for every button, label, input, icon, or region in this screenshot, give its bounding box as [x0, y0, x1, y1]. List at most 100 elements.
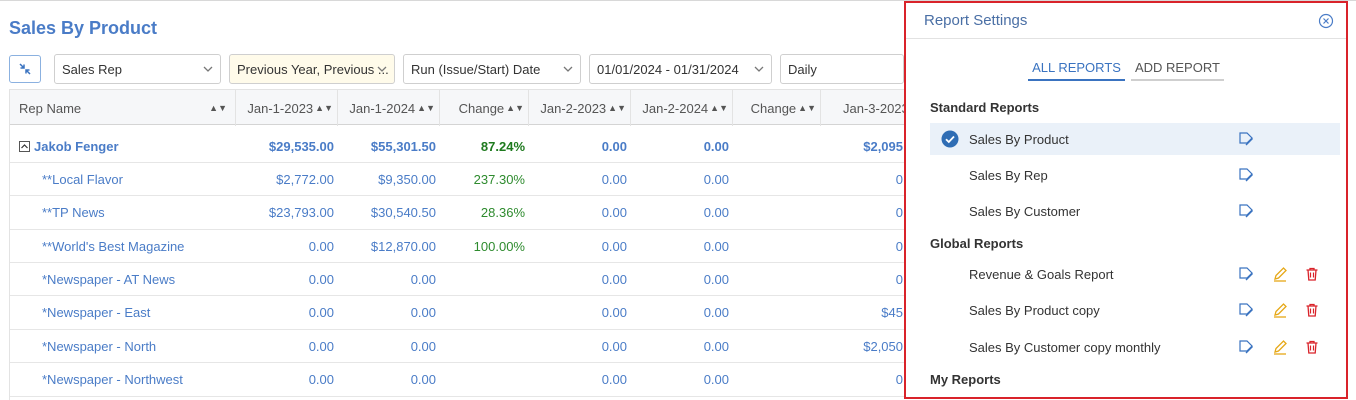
column-header-jan-3-2023[interactable]: Jan-3-2023 [821, 90, 909, 126]
table-cell: $2,095 [863, 138, 903, 154]
table-cell: $12,870.00 [370, 238, 436, 254]
sort-icon: ▲▼ [209, 103, 227, 113]
table-row-group[interactable]: Jakob Fenger $29,535.00 $55,301.50 87.24… [10, 130, 909, 163]
column-header-rep-name[interactable]: Rep Name ▲▼ [10, 90, 236, 126]
column-header-jan-2-2023[interactable]: Jan-2-2023 ▲▼ [529, 90, 631, 126]
table-cell [733, 130, 819, 162]
close-circle-icon[interactable] [1318, 13, 1334, 29]
table-row[interactable]: *Newspaper - Northwest 0.00 0.00 0.00 0.… [10, 363, 909, 397]
comparison-select[interactable]: Previous Year, Previous ... [229, 54, 395, 84]
tag-edit-icon[interactable] [1238, 339, 1254, 355]
pencil-icon[interactable] [1272, 266, 1288, 282]
chevron-down-icon [563, 66, 573, 72]
report-grid: Rep Name ▲▼ Jan-1-2023 ▲▼ Jan-1-2024 ▲▼ Cha… [9, 89, 909, 400]
table-cell: 0.00 [703, 271, 729, 287]
report-item-sales-by-customer[interactable]: Sales By Customer [930, 195, 1340, 227]
grid-header: Rep Name ▲▼ Jan-1-2023 ▲▼ Jan-1-2024 ▲▼ Cha… [10, 89, 909, 126]
sort-icon: ▲▼ [798, 103, 816, 113]
date-field-value: Run (Issue/Start) Date [411, 61, 541, 77]
table-row[interactable]: *Newspaper - AT News 0.00 0.00 0.00 0.00… [10, 263, 909, 296]
tab-all-reports[interactable]: ALL REPORTS [1028, 58, 1125, 81]
table-cell: $45 [881, 305, 903, 320]
column-header-jan-1-2024[interactable]: Jan-1-2024 ▲▼ [338, 90, 440, 126]
table-cell: 0.00 [703, 305, 729, 320]
date-field-select[interactable]: Run (Issue/Start) Date [403, 54, 581, 84]
row-name: **Local Flavor [42, 171, 123, 187]
table-cell: $2,050 [863, 338, 903, 354]
group-by-value: Sales Rep [62, 61, 122, 77]
table-cell [440, 263, 527, 295]
table-cell: 237.30% [473, 171, 525, 187]
report-item-sales-by-product[interactable]: Sales By Product [930, 123, 1340, 155]
report-label: Sales By Customer [969, 203, 1081, 219]
report-tabs: ALL REPORTS ADD REPORT [906, 58, 1346, 81]
sort-icon: ▲▼ [608, 103, 626, 113]
trash-icon[interactable] [1304, 266, 1320, 282]
report-item-sales-by-product-copy[interactable]: Sales By Product copy [930, 294, 1340, 326]
table-cell: 28.36% [480, 205, 525, 220]
tag-edit-icon[interactable] [1238, 167, 1254, 183]
table-cell: 0.00 [410, 305, 436, 320]
report-item-sales-by-rep[interactable]: Sales By Rep [930, 159, 1340, 191]
table-cell: 0.00 [308, 338, 334, 354]
column-header-jan-1-2023[interactable]: Jan-1-2023 ▲▼ [236, 90, 338, 126]
table-cell: 0.00 [601, 171, 627, 187]
table-cell: 100.00% [473, 238, 525, 254]
table-row[interactable]: **Local Flavor $2,772.00 $9,350.00 237.3… [10, 163, 909, 196]
collapse-row-icon[interactable] [19, 140, 30, 152]
column-header-change-2[interactable]: Change ▲▼ [733, 90, 821, 126]
table-cell [733, 296, 819, 329]
section-standard-reports: Standard Reports [930, 100, 1040, 115]
tag-edit-icon[interactable] [1238, 266, 1254, 282]
row-name: *Newspaper - North [42, 338, 157, 354]
section-my-reports: My Reports [930, 372, 1001, 387]
panel-header: Report Settings [906, 3, 1346, 39]
collapse-arrows-icon [19, 63, 31, 75]
table-cell: 0.00 [703, 205, 729, 220]
table-cell: 0.00 [703, 138, 729, 154]
table-cell: 0 [895, 171, 903, 187]
page-title: Sales By Product [9, 18, 158, 38]
table-cell: 0.00 [410, 372, 436, 387]
row-name: *Newspaper - East [42, 305, 151, 320]
table-cell [440, 330, 527, 362]
table-cell [733, 196, 819, 229]
group-by-select[interactable]: Sales Rep [54, 54, 221, 84]
row-name: **World's Best Magazine [42, 238, 185, 254]
tag-edit-icon[interactable] [1238, 302, 1254, 318]
interval-select[interactable]: Daily [780, 54, 904, 84]
pencil-icon[interactable] [1272, 302, 1288, 318]
row-name: *Newspaper - Northwest [42, 372, 183, 387]
collapse-button[interactable] [9, 55, 41, 83]
table-cell: 0.00 [601, 338, 627, 354]
report-item-revenue-goals[interactable]: Revenue & Goals Report [930, 258, 1340, 290]
table-cell: 0.00 [308, 305, 334, 320]
column-header-change[interactable]: Change ▲▼ [440, 90, 529, 126]
date-range-select[interactable]: 01/01/2024 - 01/31/2024 [589, 54, 772, 84]
table-row[interactable]: *Newspaper - East 0.00 0.00 0.00 0.00 $4… [10, 296, 909, 330]
table-cell: 0.00 [308, 238, 334, 254]
table-cell: 0 [895, 205, 903, 220]
trash-icon[interactable] [1304, 302, 1320, 318]
tag-edit-icon[interactable] [1238, 131, 1254, 147]
table-row[interactable]: **TP News $23,793.00 $30,540.50 28.36% 0… [10, 196, 909, 230]
table-cell: 0 [895, 372, 903, 387]
report-label: Sales By Product copy [969, 302, 1100, 318]
report-item-sales-by-customer-copy-monthly[interactable]: Sales By Customer copy monthly [930, 331, 1340, 363]
table-cell [440, 296, 527, 329]
tab-add-report[interactable]: ADD REPORT [1130, 58, 1224, 81]
trash-icon[interactable] [1304, 339, 1320, 355]
column-header-jan-2-2024[interactable]: Jan-2-2024 ▲▼ [631, 90, 733, 126]
table-row[interactable]: **World's Best Magazine 0.00 $12,870.00 … [10, 230, 909, 263]
row-name: *Newspaper - AT News [42, 271, 176, 287]
table-cell: 0.00 [601, 238, 627, 254]
row-name: **TP News [42, 205, 105, 220]
report-settings-panel: Report Settings ALL REPORTS ADD REPORT S… [904, 1, 1348, 399]
check-circle-icon [941, 130, 959, 148]
tag-edit-icon[interactable] [1238, 203, 1254, 219]
table-cell: 0.00 [703, 338, 729, 354]
table-cell [733, 330, 819, 362]
pencil-icon[interactable] [1272, 339, 1288, 355]
chevron-down-icon [203, 66, 213, 72]
table-row[interactable]: *Newspaper - North 0.00 0.00 0.00 0.00 $… [10, 330, 909, 363]
